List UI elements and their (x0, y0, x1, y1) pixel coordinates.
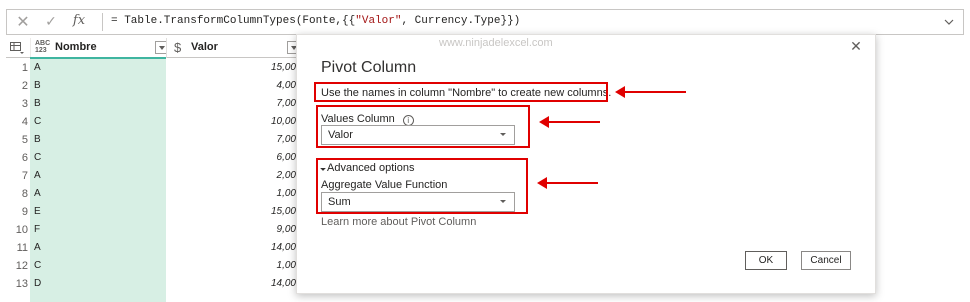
cell-valor[interactable]: 14,00 (166, 278, 296, 289)
table-row[interactable]: 13 D 14,00 (6, 275, 300, 293)
cell-valor[interactable]: 14,00 (166, 242, 296, 253)
row-number[interactable]: 3 (6, 98, 28, 110)
formula-text-string: "Valor" (355, 15, 402, 27)
table-row[interactable]: 12 C 1,00 (6, 257, 300, 275)
formula-input[interactable]: = Table.TransformColumnTypes(Fonte,{{"Va… (111, 15, 520, 27)
table-row[interactable]: 6 C 6,00 (6, 149, 300, 167)
row-number[interactable]: 7 (6, 170, 28, 182)
row-number[interactable]: 12 (6, 260, 28, 272)
formula-text-post: , Currency.Type}}) (401, 15, 521, 27)
row-number-text: 6 (21, 152, 28, 164)
table-row[interactable]: 10 F 9,00 (6, 221, 300, 239)
cell-nombre[interactable]: A (34, 242, 41, 253)
formula-text-pre: = Table.TransformColumnTypes(Fonte,{{ (111, 15, 356, 27)
cell-valor[interactable]: 15,00 (166, 206, 296, 217)
table-row[interactable]: 4 C 10,00 (6, 113, 300, 131)
column-header-nombre[interactable]: ABC 123 Nombre (30, 38, 167, 58)
row-number[interactable]: 1 (6, 62, 28, 74)
watermark: www.ninjadelexcel.com (439, 37, 553, 49)
row-number-text: 7 (21, 170, 28, 182)
annotation-arrow-values-column (539, 116, 600, 128)
cell-nombre[interactable]: A (34, 62, 41, 73)
data-grid: ABC 123 Nombre $ Valor 1 A 15,00 2 B 4,00 3 B 7,0… (6, 38, 300, 302)
row-number-text: 2 (21, 80, 28, 92)
cell-valor[interactable]: 9,00 (166, 224, 296, 235)
cell-nombre[interactable]: C (34, 260, 41, 271)
cell-nombre[interactable]: B (34, 98, 41, 109)
row-number[interactable]: 2 (6, 80, 28, 92)
row-number[interactable]: 4 (6, 116, 28, 128)
cell-valor[interactable]: 7,00 (166, 134, 296, 145)
cell-valor[interactable]: 10,00 (166, 116, 296, 127)
row-number-text: 8 (21, 188, 28, 200)
column-header-label: Nombre (55, 41, 97, 53)
cell-valor[interactable]: 1,00 (166, 260, 296, 271)
row-number-text: 3 (21, 98, 28, 110)
table-row[interactable]: 5 B 7,00 (6, 131, 300, 149)
table-row[interactable]: 11 A 14,00 (6, 239, 300, 257)
ok-button[interactable]: OK (745, 251, 787, 270)
cell-valor[interactable]: 1,00 (166, 188, 296, 199)
cell-valor[interactable]: 15,00 (166, 62, 296, 73)
chevron-down-icon[interactable] (943, 16, 955, 28)
table-row[interactable]: 3 B 7,00 (6, 95, 300, 113)
type-label-bottom: 123 (35, 47, 47, 54)
cell-valor[interactable]: 7,00 (166, 98, 296, 109)
cell-nombre[interactable]: F (34, 224, 40, 235)
cell-nombre[interactable]: B (34, 80, 41, 91)
formula-separator (102, 13, 103, 31)
fx-icon[interactable]: fx (69, 12, 89, 30)
cell-nombre[interactable]: C (34, 152, 41, 163)
row-number[interactable]: 9 (6, 206, 28, 218)
annotation-box-values-column (316, 105, 530, 148)
row-number-text: 4 (21, 116, 28, 128)
learn-more-link[interactable]: Learn more about Pivot Column (321, 216, 476, 228)
table-row[interactable]: 8 A 1,00 (6, 185, 300, 203)
check-icon[interactable]: ✓ (43, 14, 59, 30)
currency-type-icon[interactable]: $ (174, 40, 181, 55)
row-number-text: 5 (21, 134, 28, 146)
cell-nombre[interactable]: A (34, 170, 41, 181)
table-row[interactable]: 2 B 4,00 (6, 77, 300, 95)
annotation-arrow-description (615, 86, 686, 98)
column-header-valor[interactable]: $ Valor (166, 38, 300, 58)
row-number-text: 9 (21, 206, 28, 218)
close-icon[interactable]: ✕ (15, 14, 31, 30)
text-type-icon[interactable]: ABC 123 (35, 40, 50, 54)
row-number[interactable]: 8 (6, 188, 28, 200)
grid-header: ABC 123 Nombre $ Valor (6, 38, 300, 58)
row-number-text: 1 (21, 62, 28, 74)
grid-rows: 1 A 15,00 2 B 4,00 3 B 7,00 4 C 10,00 5 B 7,00 6 C 6,00 7 A… (6, 59, 300, 293)
cell-valor[interactable]: 6,00 (166, 152, 296, 163)
column-header-label: Valor (191, 41, 218, 53)
cell-nombre[interactable]: B (34, 134, 41, 145)
row-number[interactable]: 6 (6, 152, 28, 164)
cell-nombre[interactable]: C (34, 116, 41, 127)
row-number[interactable]: 13 (6, 278, 28, 290)
row-number[interactable]: 10 (6, 224, 28, 236)
annotation-arrow-advanced-options (537, 177, 598, 189)
table-row[interactable]: 7 A 2,00 (6, 167, 300, 185)
cell-nombre[interactable]: E (34, 206, 41, 217)
cancel-button[interactable]: Cancel (801, 251, 851, 270)
row-number[interactable]: 5 (6, 134, 28, 146)
formula-bar: ✕ ✓ fx = Table.TransformColumnTypes(Font… (6, 9, 964, 35)
row-number-text: 11 (16, 242, 28, 254)
cell-valor[interactable]: 4,00 (166, 80, 296, 91)
row-number[interactable]: 11 (6, 242, 28, 254)
table-icon[interactable] (10, 42, 24, 54)
annotation-box-advanced-options (316, 158, 528, 214)
cell-valor[interactable]: 2,00 (166, 170, 296, 181)
cell-nombre[interactable]: D (34, 278, 41, 289)
row-number-text: 12 (15, 260, 28, 272)
row-number-text: 10 (15, 224, 28, 236)
close-icon[interactable]: ✕ (849, 40, 863, 54)
table-row[interactable]: 9 E 15,00 (6, 203, 300, 221)
table-row[interactable]: 1 A 15,00 (6, 59, 300, 77)
dialog-title: Pivot Column (321, 59, 417, 76)
type-label-top: ABC (35, 40, 51, 47)
row-number-text: 13 (15, 278, 28, 290)
cell-nombre[interactable]: A (34, 188, 41, 199)
annotation-box-description (314, 82, 608, 102)
